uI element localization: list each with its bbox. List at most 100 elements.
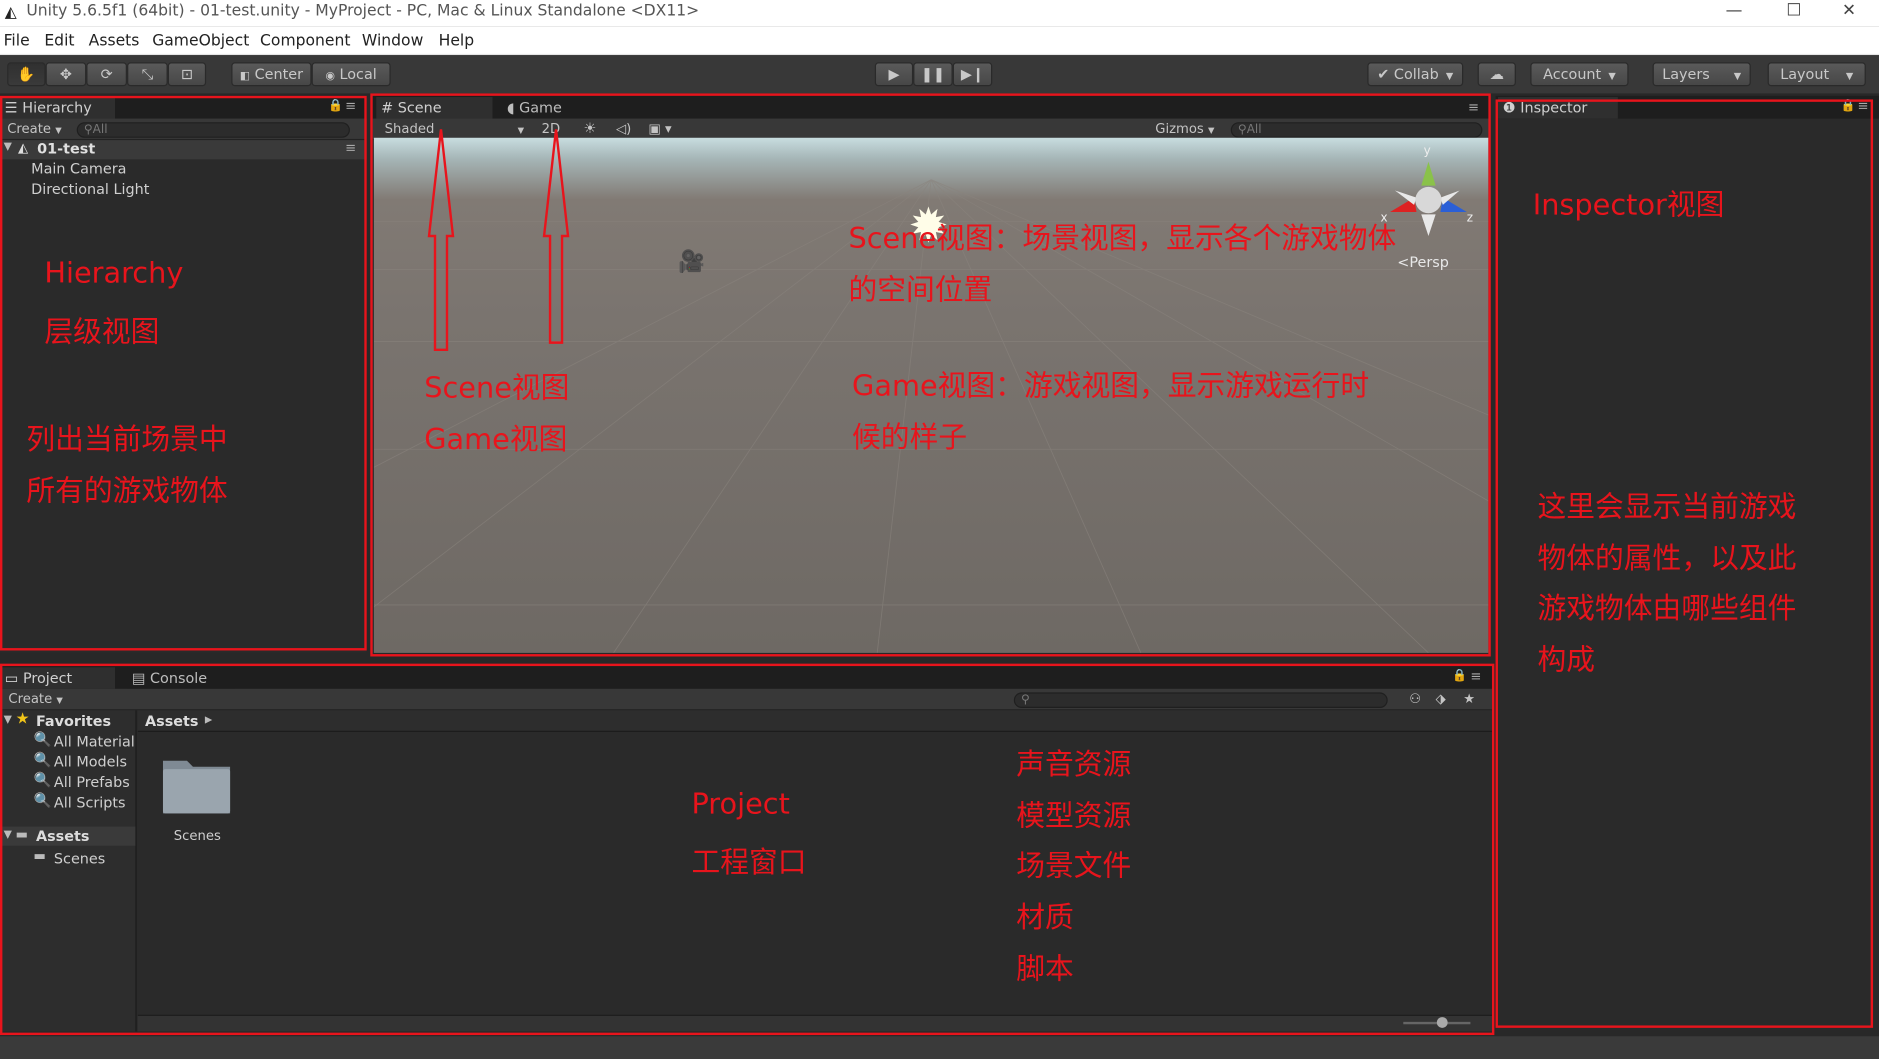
menu-file[interactable]: File [4,32,30,50]
inspector-tab-label: Inspector [1520,99,1588,117]
audio-toggle-icon[interactable]: ◁) [616,121,631,137]
scene-panel-menu-icon[interactable]: ≡ [1468,99,1479,115]
project-search-input[interactable]: ⚲ [1013,692,1388,708]
pause-button[interactable]: ❚❚ [913,62,953,87]
breadcrumb-assets[interactable]: Assets [145,713,198,730]
rotate-tool-button[interactable]: ⟳ [86,62,128,87]
title-bar: ◭ Unity 5.6.5f1 (64bit) - 01-test.unity … [0,0,1879,27]
layout-label: Layout [1780,65,1830,83]
filter-label-icon[interactable]: ⬗ [1436,691,1446,707]
project-footer [137,1014,1492,1032]
asset-type-sound: 声音资源 [1016,747,1132,782]
hierarchy-tabstrip: ☰ Hierarchy 🔒 ≡ [0,95,367,119]
hierarchy-create-button[interactable]: Create ▼ [7,121,61,137]
favorite-star-icon[interactable]: ★ [1463,691,1475,707]
layers-button[interactable]: Layers ▼ [1652,62,1751,87]
menu-help[interactable]: Help [439,32,475,50]
hand-tool-button[interactable]: ✋ [7,62,46,87]
project-tabstrip: ▭ Project ▤ Console 🔒 ≡ [0,666,1492,689]
local-label: Local [339,65,377,83]
local-icon: ◉ [325,70,335,83]
project-create-label: Create [8,691,53,707]
panel-menu-icon[interactable]: ≡ [345,98,356,114]
hierarchy-search-input[interactable]: ⚲All [76,122,350,138]
mode-2d-toggle[interactable]: 2D [542,121,561,137]
assets-expand-icon[interactable]: ▼ [4,829,12,841]
camera-gizmo-icon[interactable]: 🎥 [678,249,705,274]
menu-gameobject[interactable]: GameObject [152,32,249,50]
menu-component[interactable]: Component [260,32,350,50]
effects-toggle-icon[interactable]: ▣ ▾ [648,121,671,137]
step-button[interactable]: ▶❙ [952,62,993,87]
close-button[interactable]: ✕ [1822,0,1877,26]
unity-scene-icon: ◭ [17,140,29,156]
menu-edit[interactable]: Edit [44,32,74,50]
scene-search-input[interactable]: ⚲All [1230,122,1483,138]
layout-button[interactable]: Layout ▼ [1767,62,1866,87]
tab-console[interactable]: ▤ Console [127,667,235,689]
move-icon: ✥ [59,65,72,83]
center-label: Center [254,65,304,83]
menu-assets[interactable]: Assets [89,32,140,50]
pause-icon: ❚❚ [920,65,945,83]
project-lock-icon[interactable]: 🔒 [1452,670,1467,683]
tree-item-scenes[interactable]: Scenes [54,851,105,868]
scale-tool-button[interactable]: ⤡ [127,62,168,87]
pivot-local-button[interactable]: ◉ Local [311,62,391,87]
project-create-button[interactable]: Create ▼ [8,691,62,707]
minimize-button[interactable]: — [1706,0,1761,26]
scene-desc-annotation-2: 的空间位置 [848,273,993,307]
maximize-button[interactable]: ☐ [1766,0,1821,26]
assets-root-row[interactable]: ▼ ▬ Assets [0,826,136,846]
shaded-dropdown[interactable]: Shaded ▼ [385,121,524,137]
create-label: Create [7,120,52,137]
pivot-icon: ◧ [239,70,251,83]
account-button[interactable]: Account ▼ [1530,62,1629,87]
favorite-all-prefabs[interactable]: All Prefabs [54,774,130,791]
move-tool-button[interactable]: ✥ [45,62,87,87]
shaded-label: Shaded [384,120,435,137]
search-favorite-icon: 🔍 [33,730,52,748]
filter-type-icon[interactable]: ⚇ [1409,691,1421,707]
persp-toggle[interactable]: <Persp [1397,254,1449,271]
hierarchy-item-directional-light[interactable]: Directional Light [31,181,149,198]
tab-project[interactable]: ▭ Project [0,667,116,689]
tab-game[interactable]: ◖ Game [502,97,598,119]
inspector-annotation-desc3: 游戏物体由哪些组件 [1537,591,1797,626]
inspector-lock-icon[interactable]: 🔒 [1841,99,1856,112]
game-tab-label: Game [519,99,562,117]
pivot-center-button[interactable]: ◧ Center [231,62,312,87]
tab-scene[interactable]: # Scene [376,97,493,119]
asset-type-script: 脚本 [1016,952,1074,986]
folder-tab-icon: ▭ [4,669,19,687]
collab-button[interactable]: ✔ Collab ▼ [1367,62,1464,87]
favorite-all-materials[interactable]: All Materials [54,733,135,750]
play-button[interactable]: ▶ [874,62,914,87]
favorite-all-scripts[interactable]: All Scripts [54,794,126,811]
expand-arrow-icon[interactable]: ▼ [4,141,12,153]
favorite-all-models[interactable]: All Models [54,754,127,771]
scene-tabstrip: # Scene ◖ Game ≡ [372,95,1490,119]
scene-root-row[interactable]: ▼ ◭ 01-test ≡ [0,140,367,160]
favorites-label[interactable]: Favorites [36,713,111,730]
zoom-slider-handle[interactable] [1436,1017,1448,1028]
tab-hierarchy[interactable]: ☰ Hierarchy [0,97,116,119]
hierarchy-item-main-camera[interactable]: Main Camera [31,161,126,178]
project-menu-icon[interactable]: ≡ [1470,668,1481,684]
menu-window[interactable]: Window [362,32,423,50]
inspector-annotation-desc1: 这里会显示当前游戏 [1537,489,1797,524]
lock-icon[interactable]: 🔒 [328,99,343,112]
gizmos-dropdown[interactable]: Gizmos ▼ [1155,121,1214,137]
scene-menu-icon[interactable]: ≡ [345,140,356,156]
rect-tool-icon: ⊡ [180,65,193,83]
inspector-tabstrip: ❶ Inspector 🔒 ≡ [1495,95,1879,119]
lighting-toggle-icon[interactable]: ☀ [584,120,597,137]
rect-tool-button[interactable]: ⊡ [167,62,207,87]
inspector-menu-icon[interactable]: ≡ [1857,98,1868,114]
rotate-icon: ⟳ [100,65,113,83]
favorites-expand-icon[interactable]: ▼ [4,714,12,726]
cloud-button[interactable]: ☁ [1477,62,1516,87]
asset-folder-scenes[interactable] [161,754,233,816]
scene-desc-annotation-1: Scene视图：场景视图，显示各个游戏物体 [848,221,1397,256]
tab-inspector[interactable]: ❶ Inspector [1497,97,1618,119]
